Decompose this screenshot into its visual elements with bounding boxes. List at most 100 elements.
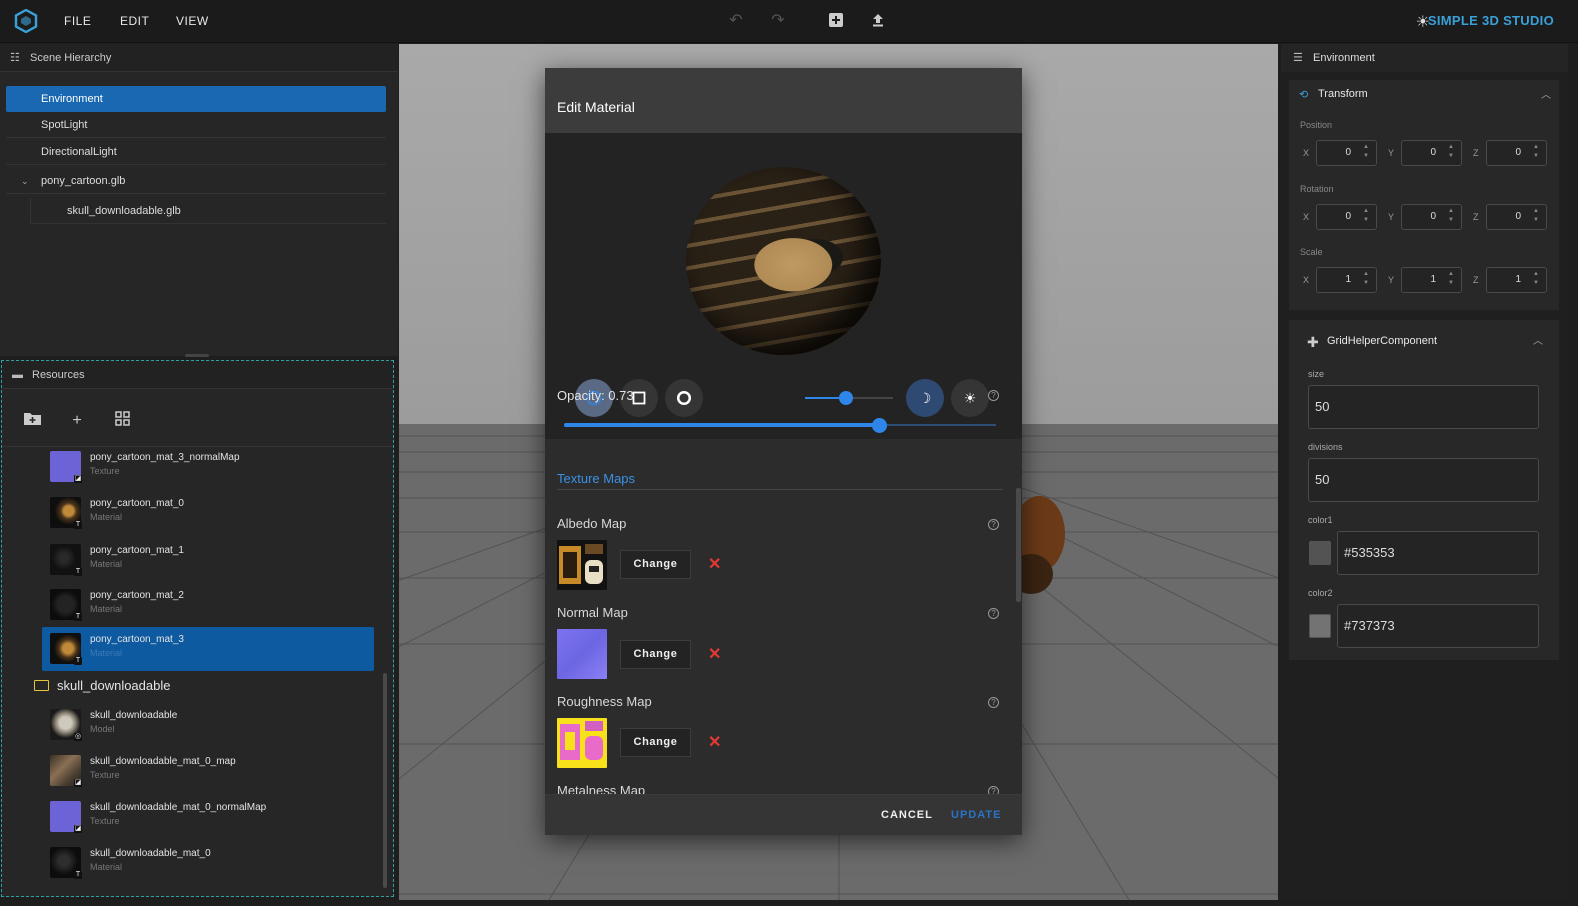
update-button[interactable]: UPDATE xyxy=(951,809,1001,821)
spinner-icon[interactable]: ▲ ▼ xyxy=(1533,143,1539,161)
rotation-x-value: 0 xyxy=(1345,211,1351,222)
rotation-x-input[interactable]: 0 ▲ ▼ xyxy=(1316,204,1377,230)
color1-label: color1 xyxy=(1308,515,1333,525)
axis-label: Y xyxy=(1388,148,1395,158)
resource-name: skull_downloadable_mat_0_normalMap xyxy=(90,802,267,813)
add-icon[interactable]: + xyxy=(67,411,87,431)
resource-name: skull_downloadable xyxy=(90,710,178,721)
spinner-icon[interactable]: ▲ ▼ xyxy=(1533,270,1539,288)
top-bar: FILE EDIT VIEW ↶ ↷ ☀ SIMPLE 3D STUDIO xyxy=(0,0,1578,43)
color2-swatch[interactable] xyxy=(1309,614,1331,638)
undo-icon[interactable]: ↶ xyxy=(727,12,745,30)
change-normal-button[interactable]: Change xyxy=(620,640,691,669)
chevron-up-icon[interactable]: ︿ xyxy=(1541,86,1551,101)
dialog-scrollbar[interactable] xyxy=(1016,488,1021,602)
spinner-icon[interactable]: ▲ ▼ xyxy=(1533,207,1539,225)
resource-folder[interactable]: skull_downloadable xyxy=(34,678,170,693)
resource-item[interactable]: ◪ pony_cartoon_mat_3_normalMap Texture xyxy=(42,445,374,489)
material-badge-icon: T xyxy=(74,613,82,621)
tree-item-environment[interactable]: Environment xyxy=(6,86,386,112)
tree-item-label: DirectionalLight xyxy=(41,146,117,158)
menu-view[interactable]: VIEW xyxy=(176,14,209,28)
spinner-icon[interactable]: ▲ ▼ xyxy=(1363,207,1369,225)
color2-input[interactable]: #737373 xyxy=(1337,604,1539,648)
remove-roughness-icon[interactable]: ✕ xyxy=(708,732,721,752)
position-y-input[interactable]: 0 ▲ ▼ xyxy=(1401,140,1462,166)
spinner-icon[interactable]: ▲ ▼ xyxy=(1448,207,1454,225)
remove-normal-icon[interactable]: ✕ xyxy=(708,644,721,664)
brand-name: SIMPLE 3D STUDIO xyxy=(1427,13,1554,28)
material-badge-icon: T xyxy=(74,521,82,529)
albedo-map-thumbnail xyxy=(557,540,607,590)
rotation-label: Rotation xyxy=(1300,184,1334,194)
opacity-slider-thumb[interactable] xyxy=(872,418,887,433)
grid-view-icon[interactable] xyxy=(112,411,132,431)
albedo-map-label: Albedo Map xyxy=(557,516,627,531)
app-logo-icon[interactable] xyxy=(14,9,38,33)
chevron-up-icon[interactable]: ︿ xyxy=(1533,332,1543,347)
inspector-header: ☰ Environment xyxy=(1281,44,1568,72)
tree-item-skull-downloadable[interactable]: skull_downloadable.glb xyxy=(30,198,386,224)
resource-name: pony_cartoon_mat_2 xyxy=(90,590,184,601)
scale-y-input[interactable]: 1 ▲ ▼ xyxy=(1401,267,1462,293)
panel-resize-handle[interactable] xyxy=(185,354,209,357)
dialog-footer: CANCEL UPDATE xyxy=(545,794,1022,835)
new-folder-icon[interactable] xyxy=(22,411,42,431)
help-icon[interactable]: ? xyxy=(988,390,999,401)
scale-x-input[interactable]: 1 ▲ ▼ xyxy=(1316,267,1377,293)
menu-file[interactable]: FILE xyxy=(64,14,91,28)
scale-z-input[interactable]: 1 ▲ ▼ xyxy=(1486,267,1547,293)
dialog-title: Edit Material xyxy=(545,68,1022,133)
tree-item-directionallight[interactable]: DirectionalLight xyxy=(6,139,386,165)
spinner-icon[interactable]: ▲ ▼ xyxy=(1448,270,1454,288)
position-z-input[interactable]: 0 ▲ ▼ xyxy=(1486,140,1547,166)
resource-item[interactable]: ◪ skull_downloadable_mat_0_map Texture xyxy=(42,749,374,793)
folder-name: skull_downloadable xyxy=(57,678,171,693)
menu-edit[interactable]: EDIT xyxy=(120,14,149,28)
resource-type: Material xyxy=(90,648,123,658)
upload-icon[interactable] xyxy=(869,12,887,30)
resource-item[interactable]: ◪ skull_downloadable_mat_0_normalMap Tex… xyxy=(42,795,374,839)
remove-albedo-icon[interactable]: ✕ xyxy=(708,554,721,574)
help-icon[interactable]: ? xyxy=(988,519,999,530)
help-icon[interactable]: ? xyxy=(988,608,999,619)
texture-badge-icon: ◪ xyxy=(74,779,82,787)
position-x-input[interactable]: 0 ▲ ▼ xyxy=(1316,140,1377,166)
add-box-icon[interactable] xyxy=(827,12,845,30)
help-icon[interactable]: ? xyxy=(988,697,999,708)
cancel-button[interactable]: CANCEL xyxy=(881,809,933,821)
position-z-value: 0 xyxy=(1515,147,1521,158)
chevron-down-icon[interactable]: ⌄ xyxy=(21,168,29,194)
resource-item[interactable]: T pony_cartoon_mat_0 Material xyxy=(42,491,374,535)
resource-name: pony_cartoon_mat_3 xyxy=(90,634,184,645)
resources-header: ▬ Resources xyxy=(2,361,393,389)
resources-scrollbar[interactable] xyxy=(383,673,387,888)
tree-item-label: SpotLight xyxy=(41,119,88,131)
change-roughness-button[interactable]: Change xyxy=(620,728,691,757)
resource-item[interactable]: T pony_cartoon_mat_2 Material xyxy=(42,583,374,627)
spinner-icon[interactable]: ▲ ▼ xyxy=(1363,143,1369,161)
folder-outline-icon xyxy=(34,680,49,691)
redo-icon[interactable]: ↷ xyxy=(769,12,787,30)
change-albedo-button[interactable]: Change xyxy=(620,550,691,579)
divisions-input[interactable]: 50 xyxy=(1308,458,1539,502)
color1-swatch[interactable] xyxy=(1309,541,1331,565)
axis-label: Z xyxy=(1473,275,1479,285)
spinner-icon[interactable]: ▲ ▼ xyxy=(1448,143,1454,161)
help-icon[interactable]: ? xyxy=(988,786,999,794)
tree-item-spotlight[interactable]: SpotLight xyxy=(6,112,386,138)
rotation-z-input[interactable]: 0 ▲ ▼ xyxy=(1486,204,1547,230)
resource-item[interactable]: T skull_downloadable_mat_0 Material xyxy=(42,841,374,885)
scene-hierarchy-header: ☷ Scene Hierarchy xyxy=(0,44,398,72)
puzzle-icon: ✚ xyxy=(1307,334,1319,350)
color2-value: #737373 xyxy=(1344,618,1395,633)
resource-item[interactable]: T pony_cartoon_mat_1 Material xyxy=(42,538,374,582)
resource-item-selected[interactable]: T pony_cartoon_mat_3 Material xyxy=(42,627,374,671)
rotation-y-input[interactable]: 0 ▲ ▼ xyxy=(1401,204,1462,230)
axis-label: X xyxy=(1303,148,1310,158)
tree-item-pony-cartoon[interactable]: ⌄ pony_cartoon.glb xyxy=(6,168,386,194)
resource-item[interactable]: ◎ skull_downloadable Model xyxy=(42,703,374,747)
size-input[interactable]: 50 xyxy=(1308,385,1539,429)
color1-input[interactable]: #535353 xyxy=(1337,531,1539,575)
spinner-icon[interactable]: ▲ ▼ xyxy=(1363,270,1369,288)
